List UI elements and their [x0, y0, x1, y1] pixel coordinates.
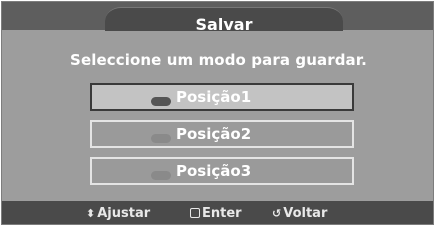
back-label: Voltar — [283, 206, 328, 221]
save-prompt: Seleccione um modo para guardar. — [70, 51, 367, 69]
slot-label: Posição1 — [176, 88, 252, 106]
save-dialog: Salvar Seleccione um modo para guardar. … — [1, 1, 434, 225]
adjust-hint[interactable]: ⬍ Ajustar — [86, 205, 150, 223]
slot-label: Posição3 — [176, 162, 252, 180]
return-icon: ↺ — [272, 207, 282, 220]
footer-hints: ⬍ Ajustar Enter ↺ Voltar — [2, 201, 433, 224]
slot-indicator-icon — [151, 97, 171, 106]
enter-hint[interactable]: Enter — [190, 205, 242, 223]
enter-icon — [190, 208, 200, 218]
position-slot-3[interactable]: Posição3 — [90, 157, 354, 185]
dialog-title: Salvar — [195, 15, 253, 34]
adjust-label: Ajustar — [97, 206, 151, 221]
slot-label: Posição2 — [176, 125, 252, 143]
position-slot-1[interactable]: Posição1 — [90, 83, 354, 111]
slot-indicator-icon — [151, 171, 171, 180]
position-slot-2[interactable]: Posição2 — [90, 120, 354, 148]
title-bar: Salvar — [2, 2, 433, 34]
up-down-arrow-icon: ⬍ — [86, 207, 96, 220]
slot-indicator-icon — [151, 134, 171, 143]
enter-label: Enter — [202, 206, 242, 221]
back-hint[interactable]: ↺ Voltar — [272, 205, 327, 223]
title-tab: Salvar — [105, 7, 343, 34]
